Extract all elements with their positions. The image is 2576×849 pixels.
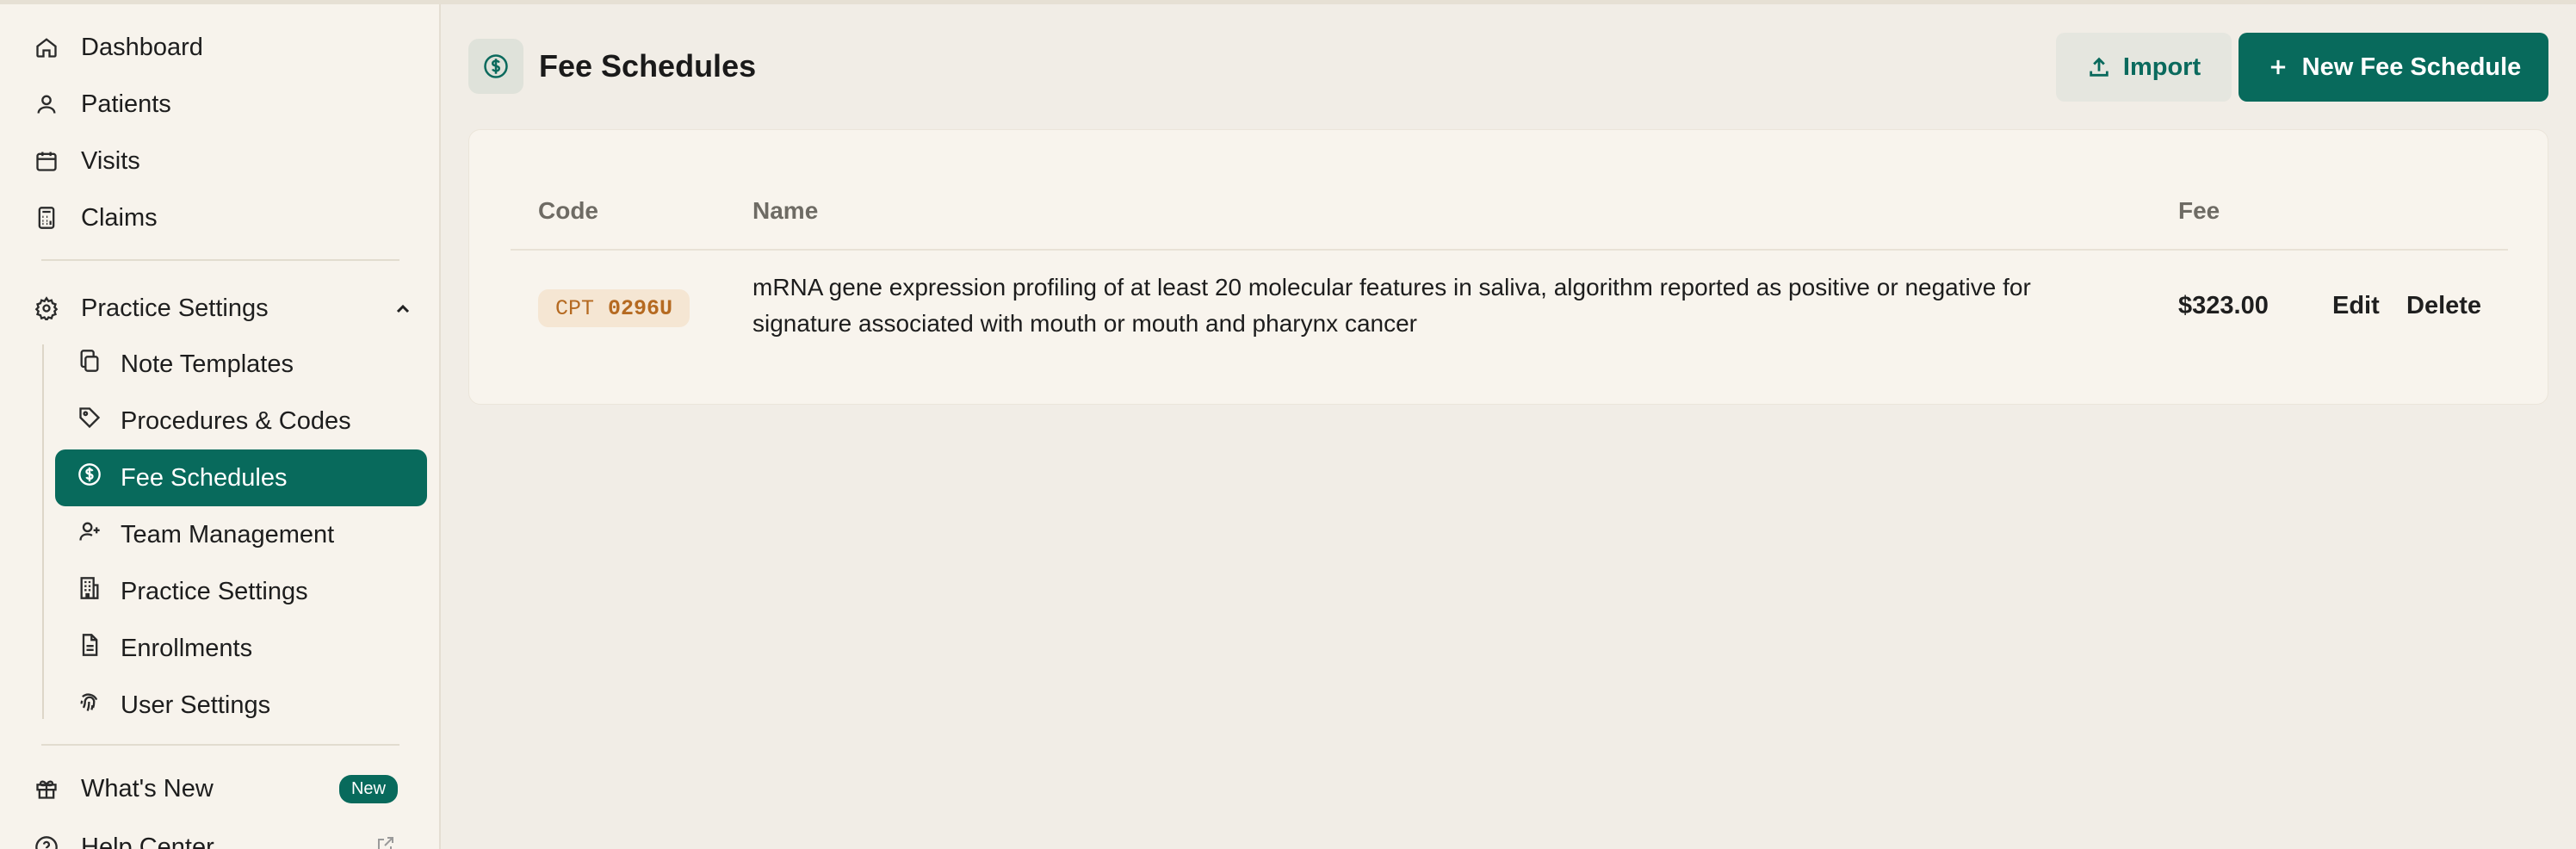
fee-name-line-1: mRNA gene expression profiling of at lea… [752, 274, 2031, 301]
nav-visits[interactable]: Visits [34, 137, 140, 185]
nav-dashboard-label: Dashboard [81, 33, 203, 61]
new-fee-schedule-button[interactable]: New Fee Schedule [2239, 33, 2548, 102]
nav-claims[interactable]: Claims [34, 194, 158, 242]
delete-button[interactable]: Delete [2406, 292, 2481, 320]
sidebar-divider [41, 744, 399, 746]
practice-settings-label: Practice Settings [81, 294, 269, 322]
user-icon [34, 92, 59, 116]
home-icon [34, 35, 59, 59]
sidebar-item-label: User Settings [121, 691, 271, 719]
nav-help-center[interactable]: Help Center [34, 823, 406, 849]
document-icon [77, 633, 102, 664]
column-header-code: Code [538, 197, 598, 224]
chevron-up-icon [393, 298, 413, 319]
import-button[interactable]: Import [2056, 33, 2232, 102]
header-divider [511, 249, 2508, 251]
column-header-fee: Fee [2178, 197, 2220, 224]
tag-icon [77, 406, 102, 437]
nav-dashboard[interactable]: Dashboard [34, 23, 203, 71]
fee-name-line-2: signature associated with mouth or mouth… [752, 310, 1417, 337]
page-title: Fee Schedules [539, 48, 757, 84]
sidebar-item-practice-settings[interactable]: Practice Settings [55, 563, 427, 620]
sidebar-item-label: Note Templates [121, 350, 294, 378]
sidebar-item-team-management[interactable]: Team Management [55, 506, 427, 563]
nav-whats-new-label: What's New [81, 774, 214, 803]
sidebar-item-label: Enrollments [121, 634, 253, 662]
gift-icon [34, 777, 59, 801]
nav-visits-label: Visits [81, 146, 140, 175]
sidebar: Dashboard Patients Visits Claims Practic… [0, 4, 441, 849]
sidebar-item-procedures-codes[interactable]: Procedures & Codes [55, 393, 427, 449]
new-badge: New [338, 774, 398, 803]
code-type: CPT [555, 295, 595, 321]
tree-guide-line [42, 344, 44, 719]
new-fee-schedule-label: New Fee Schedule [2301, 53, 2522, 81]
sidebar-item-label: Practice Settings [121, 577, 308, 605]
sidebar-item-fee-schedules[interactable]: Fee Schedules [55, 449, 427, 506]
gear-icon [34, 296, 59, 320]
fee-name: mRNA gene expression profiling of at lea… [752, 270, 2113, 342]
fee-schedules-table: Code Name Fee CPT 0296U mRNA gene expres… [468, 129, 2548, 405]
nav-patients[interactable]: Patients [34, 80, 171, 128]
calendar-icon [34, 149, 59, 173]
sidebar-item-label: Team Management [121, 520, 335, 548]
code-value: 0296U [608, 295, 673, 321]
import-button-label: Import [2122, 53, 2201, 81]
sidebar-item-user-settings[interactable]: User Settings [55, 677, 427, 734]
external-link-icon [375, 834, 396, 849]
sidebar-item-note-templates[interactable]: Note Templates [55, 336, 427, 393]
practice-settings-toggle[interactable]: Practice Settings [34, 284, 413, 332]
help-icon [34, 835, 59, 849]
calculator-icon [34, 206, 59, 230]
sidebar-item-enrollments[interactable]: Enrollments [55, 620, 427, 677]
plus-icon [2266, 55, 2290, 79]
page-header: Fee Schedules [468, 39, 756, 94]
fingerprint-icon [77, 690, 102, 721]
user-plus-icon [77, 519, 102, 550]
edit-button[interactable]: Edit [2332, 292, 2380, 320]
nav-help-center-label: Help Center [81, 833, 214, 849]
sidebar-divider [41, 259, 399, 261]
nav-patients-label: Patients [81, 90, 171, 118]
sidebar-item-label: Fee Schedules [121, 463, 288, 492]
nav-whats-new[interactable]: What's New New [34, 765, 406, 813]
fee-amount: $323.00 [2178, 292, 2269, 319]
dollar-circle-icon [77, 462, 102, 493]
dollar-circle-icon [468, 39, 523, 94]
upload-icon [2087, 55, 2111, 79]
column-header-name: Name [752, 197, 819, 224]
code-badge: CPT 0296U [538, 289, 690, 327]
sidebar-item-label: Procedures & Codes [121, 406, 351, 435]
copy-icon [77, 349, 102, 380]
building-icon [77, 576, 102, 607]
nav-claims-label: Claims [81, 203, 158, 232]
